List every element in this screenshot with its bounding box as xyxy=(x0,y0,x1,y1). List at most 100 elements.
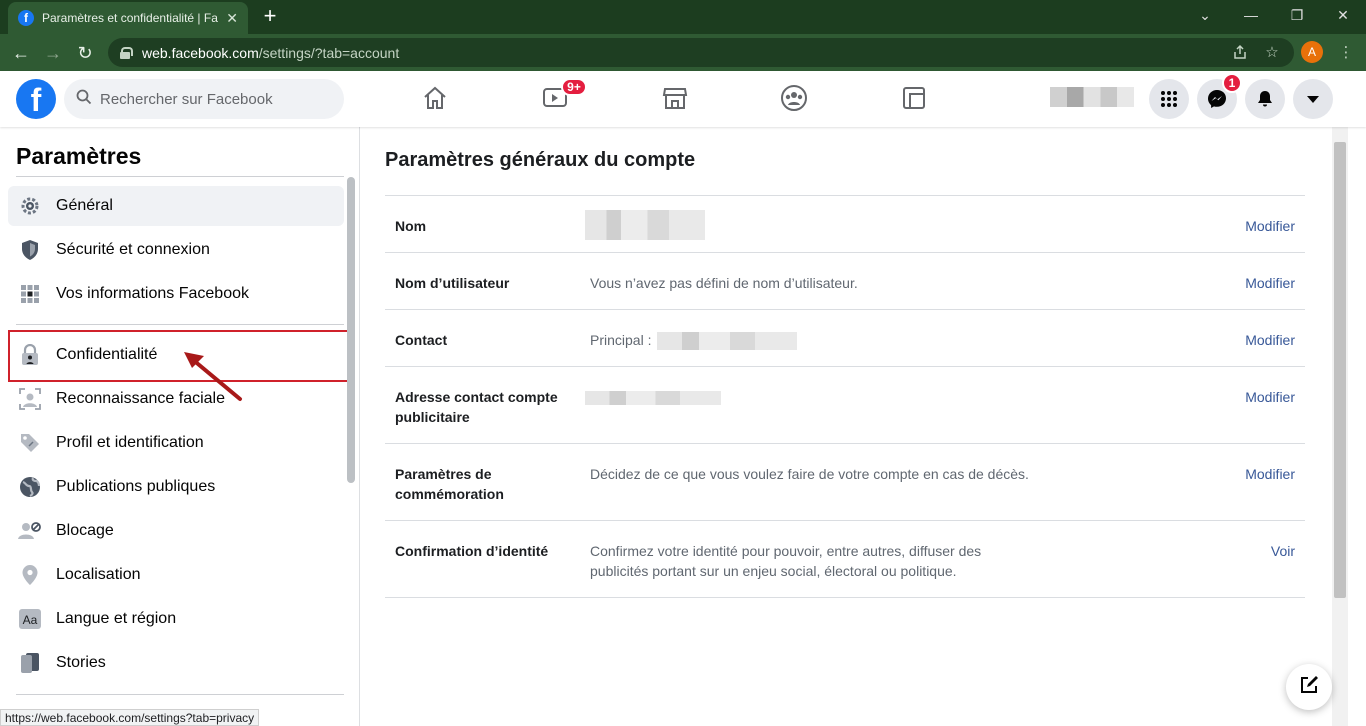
sidebar-item-profile-tagging[interactable]: Profil et identification xyxy=(8,423,344,463)
tab-close-icon[interactable]: ✕ xyxy=(226,10,238,27)
edit-link[interactable]: Modifier xyxy=(1245,464,1295,484)
row-label: Nom xyxy=(395,218,427,234)
search-input[interactable] xyxy=(100,90,330,108)
sidebar-item-face-recognition[interactable]: Reconnaissance faciale xyxy=(8,379,344,419)
globe-icon xyxy=(18,475,42,499)
sidebar-item-label: Localisation xyxy=(56,566,141,583)
row-value: Vous n’avez pas défini de nom d’utilisat… xyxy=(590,275,858,291)
gear-icon xyxy=(18,194,42,218)
new-tab-button[interactable]: + xyxy=(258,4,282,28)
sidebar-title: Paramètres xyxy=(16,143,142,169)
url-input[interactable]: web.facebook.com/settings/?tab=account xyxy=(108,38,1294,67)
row-value: Confirmez votre identité pour pouvoir, e… xyxy=(590,543,982,579)
settings-sidebar: Paramètres Général Sécurité et connexion… xyxy=(0,127,360,726)
browser-tab-strip: f Paramètres et confidentialité | Fa ✕ +… xyxy=(0,0,1366,34)
settings-row-username: Nom d’utilisateur Vous n’avez pas défini… xyxy=(385,252,1305,309)
grid-dots-icon xyxy=(18,282,42,306)
divider xyxy=(16,324,344,325)
search-box[interactable] xyxy=(64,79,344,119)
address-bar-row: ← → ↻ web.facebook.com/settings/?tab=acc… xyxy=(0,34,1366,71)
sidebar-item-label: Vos informations Facebook xyxy=(56,285,249,302)
home-icon[interactable] xyxy=(420,83,450,113)
menu-grid-icon[interactable] xyxy=(1149,79,1189,119)
sidebar-item-general[interactable]: Général xyxy=(8,186,344,226)
settings-row-name: Nom Modifier xyxy=(385,195,1305,252)
location-pin-icon xyxy=(18,563,42,587)
row-label: Adresse contact compte publicitaire xyxy=(395,389,558,425)
edit-link[interactable]: Modifier xyxy=(1245,387,1295,407)
sidebar-item-stories[interactable]: Stories xyxy=(8,643,344,683)
user-profile-name[interactable] xyxy=(1050,87,1134,107)
sidebar-item-label: Profil et identification xyxy=(56,434,204,451)
sidebar-item-your-information[interactable]: Vos informations Facebook xyxy=(8,274,344,314)
redacted-name xyxy=(585,210,705,240)
redacted-ad-email xyxy=(585,391,721,406)
row-label: Confirmation d’identité xyxy=(395,543,549,559)
sidebar-item-blocking[interactable]: Blocage xyxy=(8,511,344,551)
language-aa-icon: Aa xyxy=(18,607,42,631)
groups-icon[interactable] xyxy=(779,83,809,113)
bookmark-star-icon[interactable]: ☆ xyxy=(1260,40,1284,64)
facebook-favicon-icon: f xyxy=(18,10,34,26)
row-label: Nom d’utilisateur xyxy=(395,275,510,291)
search-icon xyxy=(76,89,92,110)
view-link[interactable]: Voir xyxy=(1271,541,1295,561)
face-recognition-icon xyxy=(18,387,42,411)
minimize-button[interactable]: — xyxy=(1228,0,1274,30)
browser-menu-icon[interactable]: ⋮ xyxy=(1334,40,1358,64)
row-value: Principal : xyxy=(590,330,1070,351)
sidebar-item-label: Langue et région xyxy=(56,610,177,627)
settings-row-contact: Contact Principal : Modifier xyxy=(385,309,1305,366)
notifications-bell-icon[interactable] xyxy=(1245,79,1285,119)
shield-icon xyxy=(18,238,42,262)
lock-icon xyxy=(120,46,133,59)
book-icon xyxy=(18,651,42,675)
forward-arrow-icon[interactable]: → xyxy=(40,40,66,66)
row-value xyxy=(585,210,1065,240)
edit-link[interactable]: Modifier xyxy=(1245,273,1295,293)
sidebar-item-location[interactable]: Localisation xyxy=(8,555,344,595)
facebook-logo[interactable]: f xyxy=(16,79,56,119)
back-arrow-icon[interactable]: ← xyxy=(8,40,34,66)
marketplace-icon[interactable] xyxy=(660,83,690,113)
share-icon[interactable] xyxy=(1228,40,1252,64)
sidebar-item-label: Publications publiques xyxy=(56,478,216,495)
sidebar-item-label: Reconnaissance faciale xyxy=(56,390,225,407)
page-scrollbar-thumb[interactable] xyxy=(1334,142,1346,598)
settings-row-memorialization: Paramètres de commémoration Décidez de c… xyxy=(385,443,1305,520)
sidebar-item-label: Blocage xyxy=(56,522,114,539)
status-bar-url: https://web.facebook.com/settings?tab=pr… xyxy=(0,709,260,726)
gaming-icon[interactable] xyxy=(899,83,929,113)
browser-tab[interactable]: f Paramètres et confidentialité | Fa ✕ xyxy=(8,2,248,34)
sidebar-scrollbar[interactable] xyxy=(347,177,355,483)
compose-edit-icon xyxy=(1299,675,1319,700)
messenger-notification-badge: 1 xyxy=(1222,73,1242,93)
sidebar-item-label: Sécurité et connexion xyxy=(56,241,210,258)
divider xyxy=(16,694,344,695)
page-title: Paramètres généraux du compte xyxy=(385,149,696,171)
edit-link[interactable]: Modifier xyxy=(1245,216,1295,236)
svg-text:Aa: Aa xyxy=(23,613,38,627)
url-host: web.facebook.com xyxy=(142,44,259,61)
settings-row-ad-contact: Adresse contact compte publicitaire Modi… xyxy=(385,366,1305,443)
sidebar-item-security[interactable]: Sécurité et connexion xyxy=(8,230,344,270)
new-message-button[interactable] xyxy=(1286,664,1332,710)
browser-profile-avatar[interactable]: A xyxy=(1301,41,1323,63)
close-window-button[interactable]: ✕ xyxy=(1320,0,1366,30)
reload-icon[interactable]: ↻ xyxy=(72,40,98,66)
row-label: Contact xyxy=(395,332,448,348)
sidebar-item-language-region[interactable]: Aa Langue et région xyxy=(8,599,344,639)
watch-notification-badge: 9+ xyxy=(561,78,587,96)
edit-link[interactable]: Modifier xyxy=(1245,330,1295,350)
row-label: Paramètres de commémoration xyxy=(395,466,504,502)
facebook-top-nav: f 9+ 1 xyxy=(0,71,1366,127)
account-dropdown-icon[interactable] xyxy=(1293,79,1333,119)
url-path: /settings/?tab=account xyxy=(258,44,400,61)
tag-icon xyxy=(18,431,42,455)
restore-button[interactable]: ❐ xyxy=(1274,0,1320,30)
tab-search-icon[interactable]: ⌄ xyxy=(1182,0,1228,30)
block-user-icon xyxy=(18,519,42,543)
tab-title: Paramètres et confidentialité | Fa xyxy=(42,11,218,25)
sidebar-item-label: Stories xyxy=(56,654,106,671)
sidebar-item-public-posts[interactable]: Publications publiques xyxy=(8,467,344,507)
